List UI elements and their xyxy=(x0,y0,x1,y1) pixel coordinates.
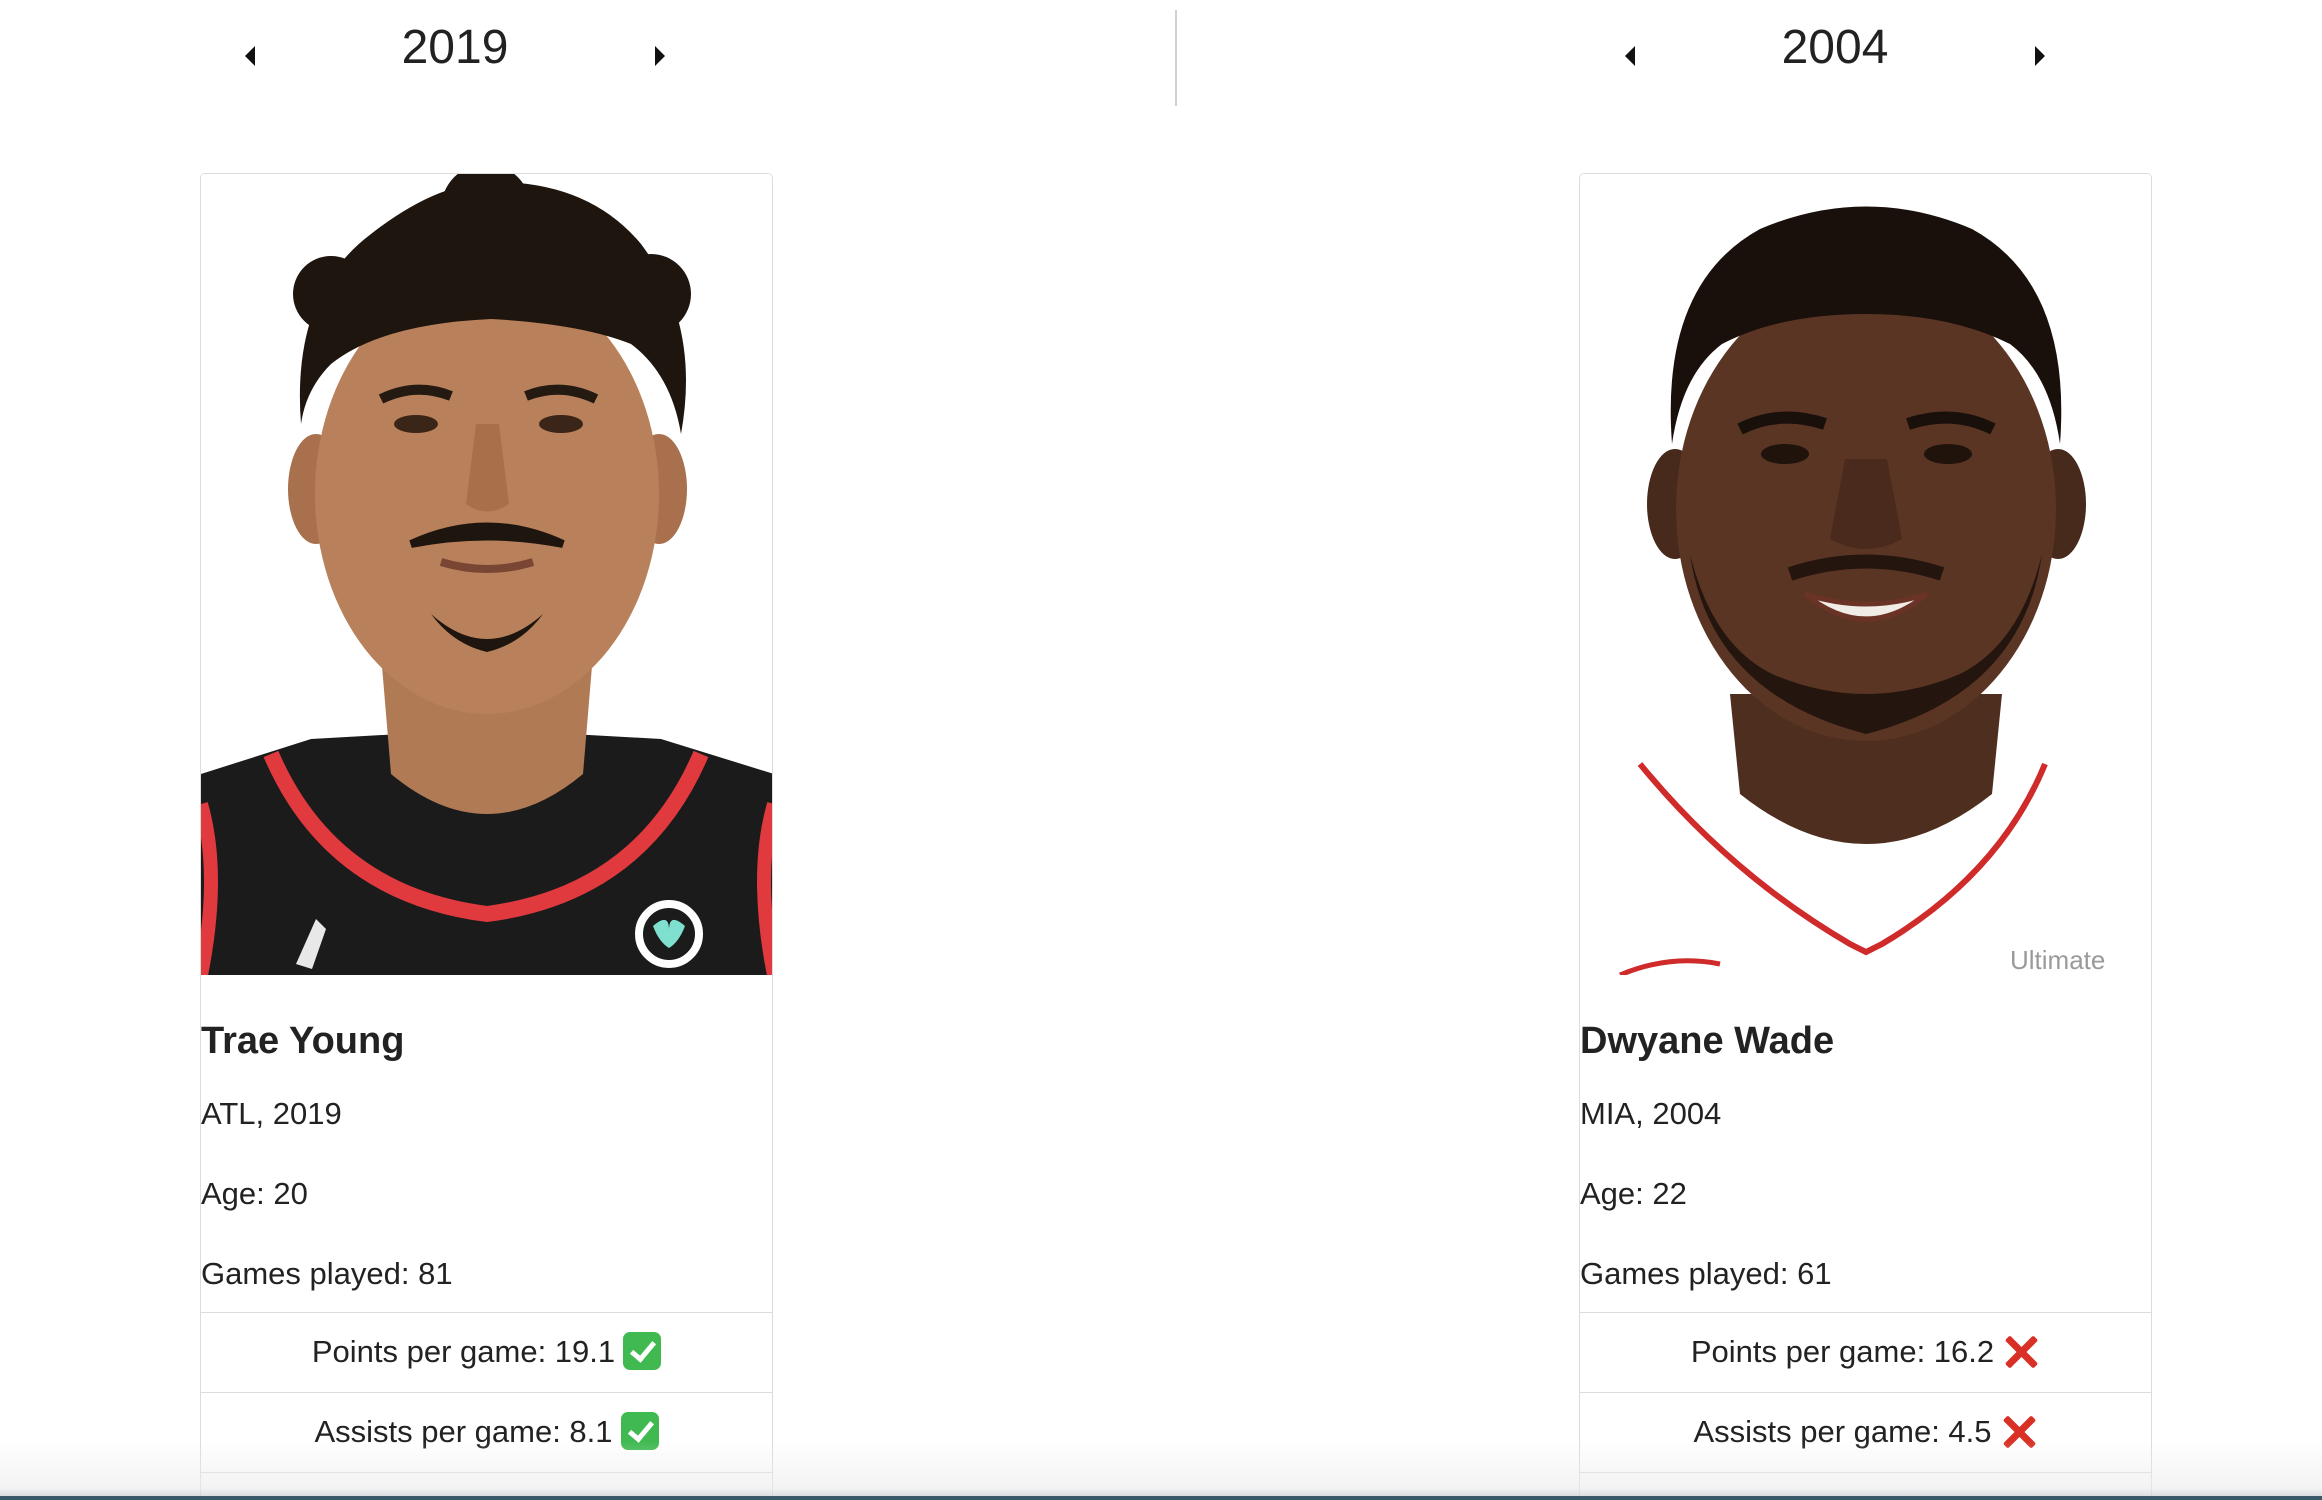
check-mark-icon xyxy=(620,1411,659,1450)
player-name: Dwyane Wade xyxy=(1580,1020,1835,1062)
panel-divider xyxy=(1175,10,1177,106)
team-year: MIA, 2004 xyxy=(1580,1096,1722,1131)
right-year-label: 2004 xyxy=(1781,21,1889,74)
stats-list: Points per game: 16.2 Assists per game: … xyxy=(1580,1312,2151,1500)
games-played: Games played: 81 xyxy=(201,1256,453,1291)
player-age: Age: 22 xyxy=(1580,1176,1687,1211)
player-card-left: Trae Young ATL, 2019 Age: 20 Games playe… xyxy=(200,173,773,1500)
right-year-nav: 2004 xyxy=(1580,0,2080,100)
player-card-right: Ultimate Dwyane Wade MIA, 2004 Age: 22 G… xyxy=(1579,173,2152,1500)
player-photo xyxy=(201,174,772,975)
stat-row-assists: Assists per game: 8.1 xyxy=(201,1392,772,1472)
team-year: ATL, 2019 xyxy=(201,1096,342,1131)
stat-label: Assists per game: 4.5 xyxy=(1693,1414,1992,1449)
player-name: Trae Young xyxy=(201,1020,405,1062)
comparison-page: 2019 2004 Trae Young ATL, 2019 Age: 20 G… xyxy=(0,0,2322,1500)
cross-mark-icon xyxy=(2000,1412,2038,1450)
left-year-nav: 2019 xyxy=(200,0,700,100)
bottom-bar xyxy=(0,1496,2322,1500)
games-played: Games played: 61 xyxy=(1580,1256,1832,1291)
left-year-label: 2019 xyxy=(401,21,509,74)
caret-right-icon[interactable] xyxy=(655,46,665,66)
player-age: Age: 20 xyxy=(201,1176,308,1211)
caret-right-icon[interactable] xyxy=(2035,46,2045,66)
jersey-text: Ultimate xyxy=(2010,945,2105,975)
stat-row-points: Points per game: 16.2 xyxy=(1580,1312,2151,1392)
stat-row-points: Points per game: 19.1 xyxy=(201,1312,772,1392)
stat-label: Points per game: 19.1 xyxy=(311,1334,616,1369)
stat-row-assists: Assists per game: 4.5 xyxy=(1580,1392,2151,1472)
stats-list: Points per game: 19.1 Assists per game: … xyxy=(201,1312,772,1500)
check-mark-icon xyxy=(623,1331,662,1370)
player-photo: Ultimate xyxy=(1580,174,2151,975)
stat-label: Points per game: 16.2 xyxy=(1690,1334,1995,1369)
cross-mark-icon xyxy=(2002,1332,2040,1370)
stat-label: Assists per game: 8.1 xyxy=(314,1414,613,1449)
